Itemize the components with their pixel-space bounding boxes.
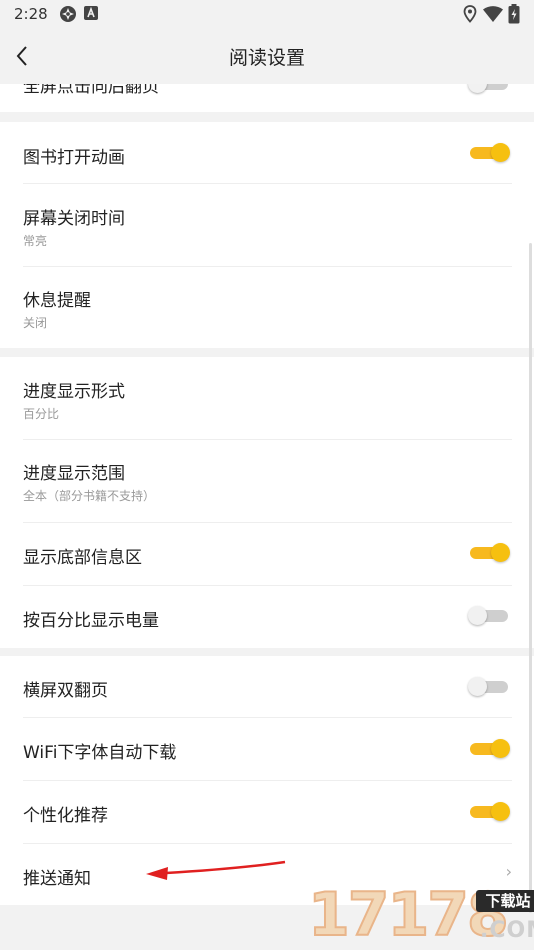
setting-label: 显示底部信息区 [23, 548, 142, 568]
a-badge-icon [84, 6, 98, 20]
setting-label: WiFi下字体自动下载 [23, 743, 177, 763]
fullscreen-tap-toggle[interactable] [468, 84, 508, 93]
setting-row-rest-reminder[interactable]: 休息提醒 关闭 [0, 267, 534, 348]
setting-label: 屏幕关闭时间 [23, 209, 125, 229]
status-time: 2:28 [14, 5, 48, 23]
wifi-icon [483, 6, 503, 22]
watermark-tag: 下载站 [476, 890, 534, 912]
setting-label: 休息提醒 [23, 291, 91, 311]
landscape-double-page-toggle[interactable] [468, 677, 508, 696]
setting-row-progress-format[interactable]: 进度显示形式 百分比 [0, 357, 534, 439]
toggle-knob [468, 84, 487, 93]
watermark-domain: .COM [480, 918, 534, 943]
setting-label: 图书打开动画 [23, 148, 125, 168]
title-bar: 阅读设置 [0, 28, 534, 84]
battery-icon [508, 4, 520, 24]
setting-value: 关闭 [23, 316, 48, 330]
setting-label: 进度显示范围 [23, 464, 125, 484]
setting-row-wifi-font-download[interactable]: WiFi下字体自动下载 [0, 718, 534, 780]
setting-row-bottom-info[interactable]: 显示底部信息区 [0, 523, 534, 585]
setting-row-personalized-recommend[interactable]: 个性化推荐 [0, 781, 534, 843]
setting-value: 常亮 [23, 234, 48, 248]
watermark-logo: 17178 下载站 .COM [307, 879, 534, 950]
wifi-font-download-toggle[interactable] [470, 739, 510, 758]
personalized-recommend-toggle[interactable] [470, 802, 510, 821]
setting-value: 百分比 [23, 407, 60, 421]
settings-group-top: 全屏点击向后翻页 [0, 84, 534, 112]
scrollbar[interactable] [529, 243, 532, 913]
location-icon [463, 5, 477, 23]
book-open-animation-toggle[interactable] [470, 143, 510, 162]
page-title: 阅读设置 [228, 47, 305, 69]
setting-row-landscape-double-page[interactable]: 横屏双翻页 [0, 656, 534, 718]
chevron-right-icon: › [505, 862, 512, 881]
setting-label: 推送通知 [23, 869, 91, 889]
annotation-arrow [146, 860, 286, 880]
status-bar: 2:28 [0, 0, 534, 28]
toggle-knob [491, 543, 510, 562]
app-icon [60, 6, 76, 22]
setting-row-book-open-animation[interactable]: 图书打开动画 [0, 122, 534, 184]
setting-row-progress-range[interactable]: 进度显示范围 全本（部分书籍不支持） [0, 440, 534, 522]
setting-row-screen-off-time[interactable]: 屏幕关闭时间 常亮 [0, 184, 534, 266]
battery-percent-toggle[interactable] [468, 606, 508, 625]
toggle-knob [491, 802, 510, 821]
setting-row-battery-percent[interactable]: 按百分比显示电量 [0, 586, 534, 648]
setting-label: 按百分比显示电量 [23, 611, 159, 631]
settings-group-1: 图书打开动画 屏幕关闭时间 常亮 休息提醒 关闭 [0, 122, 534, 348]
setting-row-fullscreen-tap[interactable]: 全屏点击向后翻页 [0, 84, 534, 112]
bottom-info-toggle[interactable] [470, 543, 510, 562]
setting-label: 进度显示形式 [23, 382, 125, 402]
settings-group-2: 进度显示形式 百分比 进度显示范围 全本（部分书籍不支持） 显示底部信息区 按百… [0, 357, 534, 648]
toggle-knob [468, 677, 487, 696]
setting-label: 全屏点击向后翻页 [23, 84, 159, 97]
toggle-knob [468, 606, 487, 625]
toggle-knob [491, 739, 510, 758]
toggle-knob [491, 143, 510, 162]
setting-label: 横屏双翻页 [23, 681, 108, 701]
setting-value: 全本（部分书籍不支持） [23, 489, 156, 503]
setting-label: 个性化推荐 [23, 806, 108, 826]
